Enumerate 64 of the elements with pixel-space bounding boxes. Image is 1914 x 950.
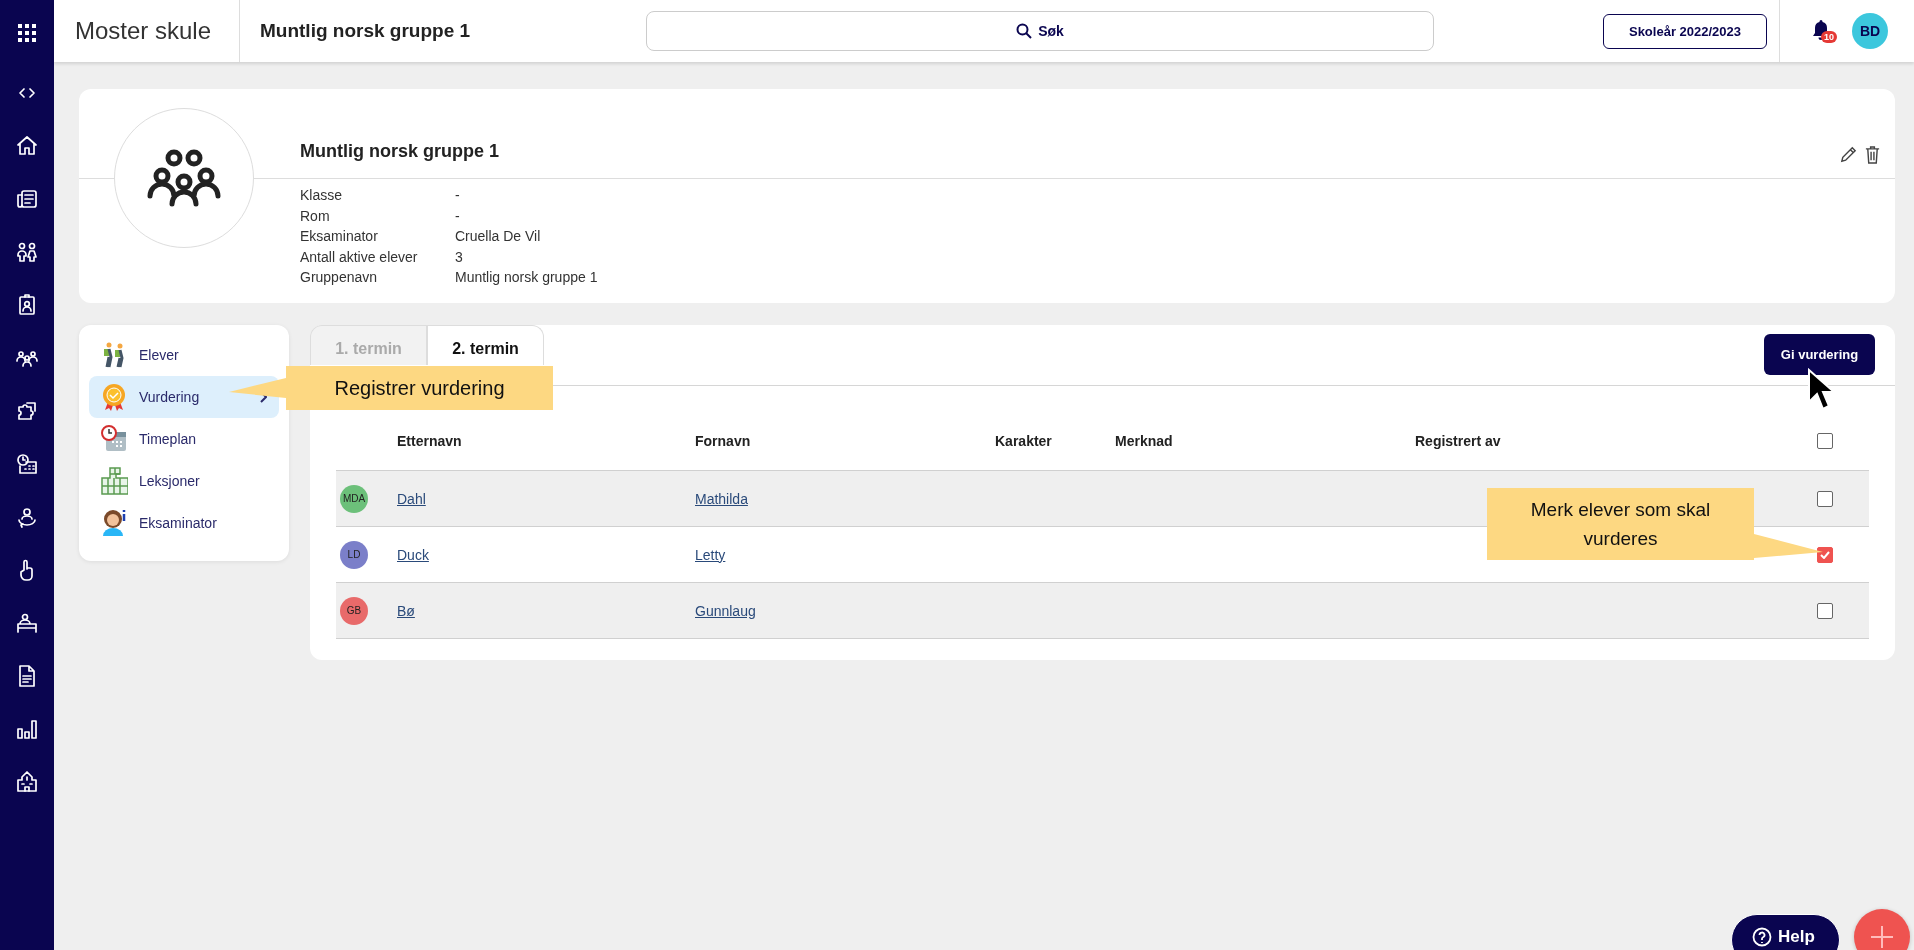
student-avatar: LD — [340, 540, 368, 569]
last-name-link[interactable]: Bø — [397, 602, 415, 619]
tab[interactable]: 2. termin — [427, 325, 544, 365]
help-icon — [1752, 927, 1772, 947]
menu-item[interactable]: Elever — [89, 334, 279, 376]
check-icon — [1820, 550, 1830, 559]
column-header: Registrert av — [1415, 433, 1501, 449]
detail-value: - — [455, 206, 461, 226]
home-icon[interactable] — [15, 133, 39, 158]
add-button[interactable] — [1854, 909, 1910, 950]
detail-value: Muntlig norsk gruppe 1 — [455, 268, 599, 287]
medal-icon — [100, 382, 128, 412]
last-name-link[interactable]: Dahl — [397, 490, 426, 507]
plus-icon — [1870, 925, 1894, 949]
detail-label: Rom — [300, 206, 331, 226]
school-year-button[interactable]: Skoleår 2022/2023 — [1603, 13, 1767, 49]
search-icon — [1016, 23, 1033, 39]
page-title: Muntlig norsk gruppe 1 — [259, 20, 472, 42]
group-icon — [146, 148, 222, 208]
tooltip-pointer — [229, 378, 286, 398]
student-avatar: GB — [340, 596, 368, 625]
column-header: Fornavn — [695, 433, 751, 449]
last-name-link[interactable]: Duck — [397, 546, 429, 563]
tooltip-pointer — [1754, 534, 1823, 558]
detail-value: - — [455, 186, 461, 205]
checkbox[interactable] — [1817, 433, 1833, 449]
trash-icon[interactable] — [1864, 145, 1881, 164]
give-assessment-button[interactable]: Gi vurdering — [1764, 334, 1875, 375]
hint-tooltip: Registrer vurdering — [286, 366, 553, 410]
detail-label: Antall aktive elever — [300, 247, 419, 267]
blocks-icon — [100, 466, 128, 496]
column-header: Karakter — [995, 433, 1052, 449]
first-name-link[interactable]: Gunnlaug — [695, 602, 756, 619]
student-avatar: MDA — [340, 484, 368, 513]
hint-tooltip: Merk elever som skal vurderes — [1487, 488, 1754, 560]
detail-label: Eksaminator — [300, 227, 379, 246]
detail-label: Klasse — [300, 186, 344, 205]
school-icon[interactable] — [15, 769, 39, 794]
calendar-clock-icon[interactable] — [15, 451, 39, 476]
menu-item[interactable]: Timeplan — [89, 418, 279, 460]
detail-label: Gruppenavn — [300, 268, 379, 287]
person-icon — [100, 508, 128, 538]
detail-value: 3 — [455, 247, 464, 267]
menu-item[interactable]: Leksjoner — [89, 460, 279, 502]
apps-grid-icon[interactable] — [18, 24, 36, 42]
checkbox[interactable] — [1817, 546, 1833, 563]
search-label: Søk — [1038, 23, 1064, 39]
pencil-icon[interactable] — [1839, 145, 1858, 164]
checkbox[interactable] — [1817, 602, 1833, 619]
menu-item[interactable]: Vurdering — [89, 376, 279, 418]
menu-item[interactable]: Eksaminator — [89, 502, 279, 544]
search-field[interactable]: Søk — [646, 11, 1434, 51]
calendar-clock-icon — [100, 424, 128, 454]
notification-badge: 10 — [1821, 31, 1837, 43]
first-name-link[interactable]: Mathilda — [695, 490, 748, 507]
checkbox[interactable] — [1817, 490, 1833, 507]
detail-value: Cruella De Vil — [455, 227, 542, 246]
first-name-link[interactable]: Letty — [695, 546, 726, 563]
column-header: Merknad — [1115, 433, 1173, 449]
column-header: Etternavn — [397, 433, 462, 449]
help-button[interactable]: Help — [1731, 914, 1840, 950]
user-avatar[interactable]: BD — [1852, 13, 1888, 49]
school-name: Moster skule — [74, 17, 213, 45]
group-title: Muntlig norsk gruppe 1 — [300, 141, 499, 162]
